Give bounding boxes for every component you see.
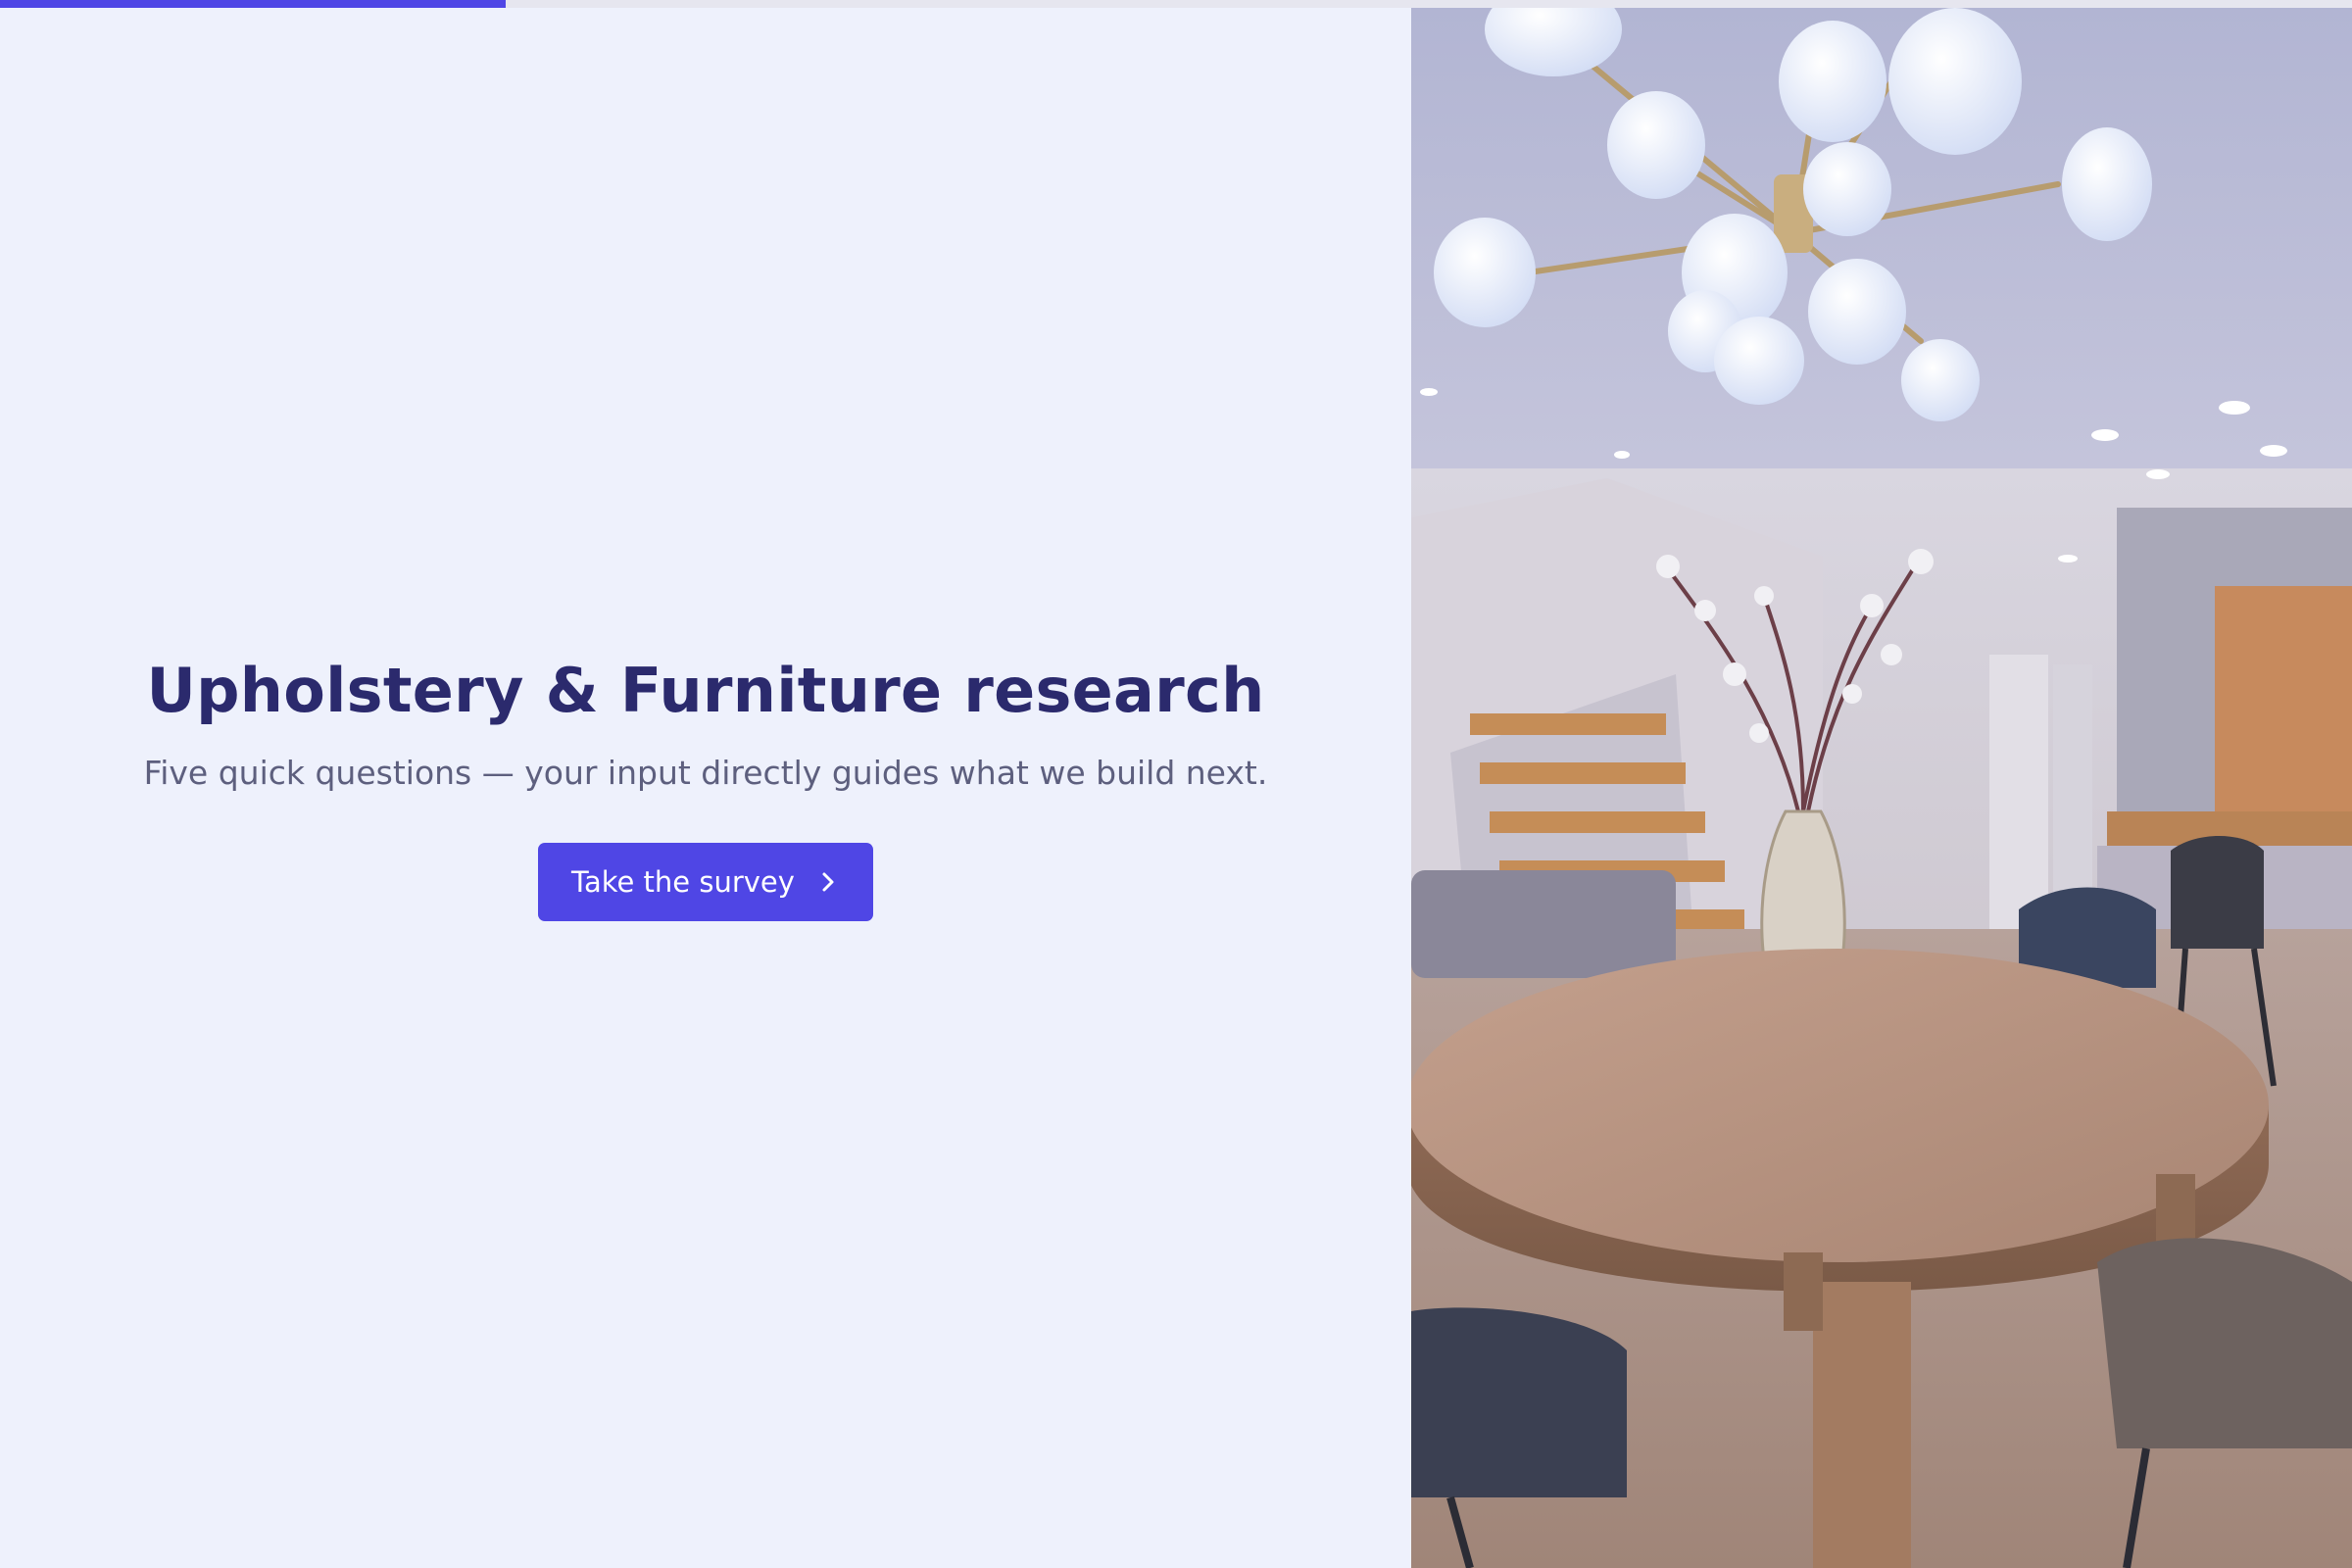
intro-panel: Upholstery & Furniture research Five qui… <box>0 8 1411 1568</box>
chevron-right-icon <box>820 870 836 894</box>
take-survey-label: Take the survey <box>571 865 795 899</box>
dining-room-photo <box>1411 8 2352 1568</box>
take-survey-button[interactable]: Take the survey <box>538 843 873 921</box>
hero: Upholstery & Furniture research Five qui… <box>0 8 1411 1568</box>
hero-image <box>1411 8 2352 1568</box>
progress-bar <box>0 0 2352 8</box>
page-subtitle: Five quick questions — your input direct… <box>143 754 1268 792</box>
progress-bar-fill <box>0 0 506 8</box>
page-title: Upholstery & Furniture research <box>146 655 1265 726</box>
